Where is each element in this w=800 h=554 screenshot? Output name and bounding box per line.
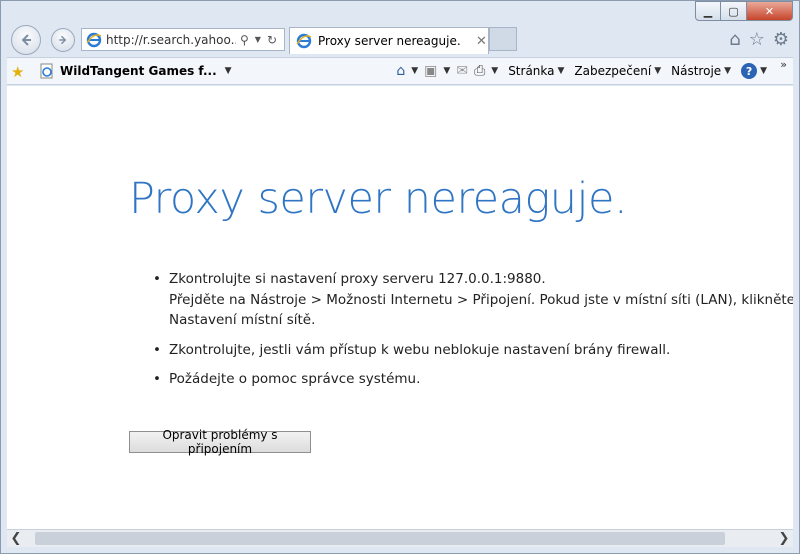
menu-security[interactable]: Zabezpečení ▼: [574, 64, 661, 78]
back-button[interactable]: [11, 25, 41, 55]
back-arrow-icon: [21, 34, 31, 46]
favorite-link-wildtangent[interactable]: WildTangent Games f... ▼: [39, 63, 232, 79]
close-window-button[interactable]: ✕: [747, 1, 793, 21]
toolbar-right-icons: ⌂ ☆ ⚙: [729, 29, 789, 50]
help-icon: ?: [741, 63, 758, 79]
tab-proxy-error[interactable]: Proxy server nereaguje. ✕: [289, 27, 489, 54]
scroll-left-icon[interactable]: ❮: [7, 530, 25, 547]
troubleshoot-list: Zkontrolujte si nastavení proxy serveru …: [153, 269, 793, 399]
chevron-down-icon[interactable]: ▼: [491, 66, 498, 76]
menu-page-label: Stránka: [508, 64, 555, 78]
navigation-bar: http://r.search.yahoo.... ⚲ ▼ ↻ Proxy se…: [7, 24, 793, 56]
page-title: Proxy server nereaguje.: [129, 174, 628, 224]
chevron-down-icon[interactable]: ▼: [225, 66, 232, 76]
list-item: Zkontrolujte si nastavení proxy serveru …: [153, 269, 793, 331]
command-tools: ⌂ ▼ ▣ ▼ ✉ ⎙ ▼ Stránka ▼ Zabezpečení ▼ Nást…: [396, 63, 767, 79]
bullet-text: Požádejte o pomoc správce systému.: [169, 371, 421, 387]
list-item: Zkontrolujte, jestli vám přístup k webu …: [153, 340, 793, 361]
rss-feed-icon[interactable]: ▣: [424, 63, 437, 79]
chevron-down-icon: ▼: [557, 66, 565, 76]
minimize-icon: ▁: [703, 4, 713, 18]
bullet-text: Zkontrolujte si nastavení proxy serveru: [169, 271, 439, 287]
favorite-label: WildTangent Games f...: [60, 64, 217, 78]
maximize-icon: ▢: [728, 4, 739, 18]
bullet-text: Přejděte na Nástroje > Možnosti Internet…: [169, 291, 793, 308]
home-icon[interactable]: ⌂: [396, 63, 405, 79]
address-text[interactable]: http://r.search.yahoo....: [106, 33, 236, 47]
menu-help[interactable]: ? ▼: [741, 63, 767, 79]
page-content: Proxy server nereaguje. Zkontrolujte si …: [7, 86, 793, 529]
bullet-text: Nastavení místní sítě.: [169, 312, 316, 328]
menu-tools-label: Nástroje: [671, 64, 722, 78]
chevron-down-icon[interactable]: ▼: [255, 35, 261, 44]
ie-page-icon: [40, 63, 53, 79]
scroll-right-icon[interactable]: ❯: [775, 530, 793, 547]
browser-window: ▁ ▢ ✕ http://r.search.yahoo.... ⚲ ▼ ↻ Pr…: [0, 0, 800, 554]
forward-button[interactable]: [51, 28, 75, 52]
add-favorites-icon[interactable]: ★: [11, 63, 24, 81]
window-caption-buttons: ▁ ▢ ✕: [695, 1, 793, 21]
chevron-down-icon[interactable]: ▼: [411, 66, 418, 76]
chevron-down-icon[interactable]: ▼: [443, 66, 450, 76]
fix-connection-button[interactable]: Opravit problémy s připojením: [129, 428, 311, 456]
ie-logo-icon: [296, 33, 312, 49]
command-bar: ★ WildTangent Games f... ▼ ⌂ ▼ ▣ ▼ ✉ ⎙ ▼…: [7, 57, 793, 85]
new-tab-button[interactable]: [489, 27, 517, 51]
tab-label: Proxy server nereaguje.: [318, 34, 461, 48]
favorites-star-icon[interactable]: ☆: [749, 29, 765, 50]
gear-icon[interactable]: ⚙: [773, 29, 789, 50]
chevron-down-icon: ▼: [724, 66, 732, 76]
home-icon[interactable]: ⌂: [729, 29, 740, 50]
close-icon: ✕: [764, 4, 775, 18]
scrollbar-thumb[interactable]: [35, 532, 725, 545]
chevron-down-icon: ▼: [654, 66, 662, 76]
menu-tools[interactable]: Nástroje ▼: [671, 64, 731, 78]
menu-security-label: Zabezpečení: [574, 64, 652, 78]
address-bar[interactable]: http://r.search.yahoo.... ⚲ ▼ ↻: [81, 28, 285, 51]
chevron-down-icon: ▼: [760, 66, 767, 76]
tab-close-icon[interactable]: ✕: [476, 34, 487, 49]
search-icon[interactable]: ⚲: [240, 33, 249, 47]
proxy-address: 127.0.0.1:9880: [438, 271, 542, 287]
bullet-text: .: [541, 271, 546, 287]
print-icon[interactable]: ⎙: [474, 63, 485, 79]
maximize-button[interactable]: ▢: [721, 1, 747, 21]
more-commands-icon[interactable]: »: [780, 58, 787, 71]
list-item: Požádejte o pomoc správce systému.: [153, 369, 793, 390]
minimize-button[interactable]: ▁: [695, 1, 721, 21]
bullet-text: Zkontrolujte, jestli vám přístup k webu …: [169, 341, 671, 358]
ie-logo-icon: [86, 32, 102, 47]
forward-arrow-icon: [59, 35, 67, 45]
horizontal-scrollbar[interactable]: ❮ ❯: [7, 529, 793, 547]
mail-icon[interactable]: ✉: [456, 63, 468, 79]
refresh-icon[interactable]: ↻: [267, 33, 277, 47]
menu-page[interactable]: Stránka ▼: [508, 64, 564, 78]
